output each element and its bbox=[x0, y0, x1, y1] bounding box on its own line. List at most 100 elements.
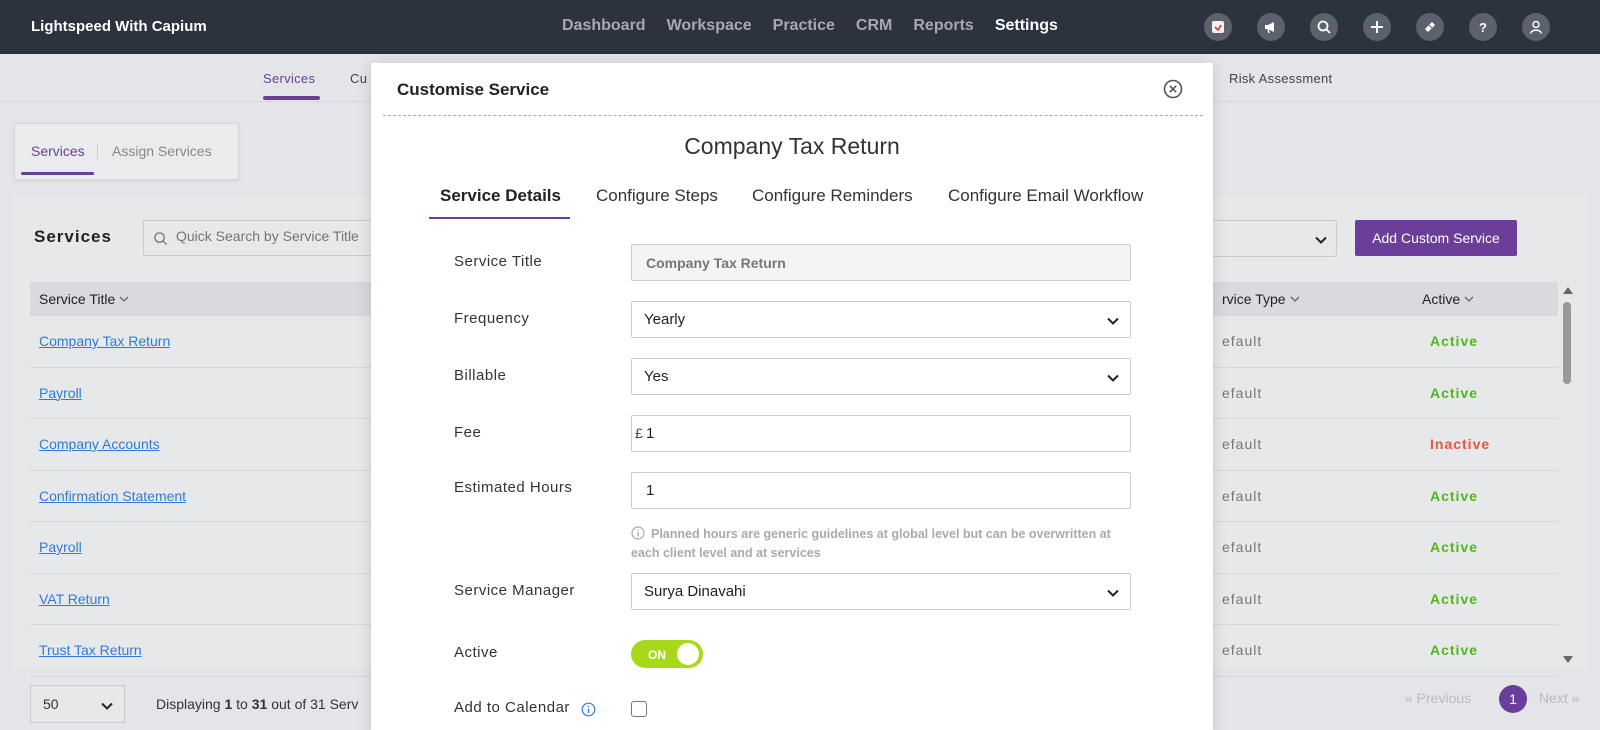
nav-reports[interactable]: Reports bbox=[913, 17, 973, 35]
top-icons: ? bbox=[1204, 13, 1550, 41]
col-service-title-label: Service Title bbox=[39, 291, 116, 307]
tab-configure-steps[interactable]: Configure Steps bbox=[596, 186, 718, 206]
next-page-link[interactable]: Next » bbox=[1539, 690, 1579, 706]
scroll-down-arrow[interactable] bbox=[1563, 656, 1573, 663]
service-heading: Company Tax Return bbox=[684, 133, 900, 159]
frequency-value: Yearly bbox=[644, 311, 686, 328]
service-title-label: Service Title bbox=[454, 253, 543, 270]
service-type: efault bbox=[1222, 436, 1263, 452]
service-title-link[interactable]: Company Accounts bbox=[39, 436, 160, 452]
fee-value: 1 bbox=[646, 425, 655, 442]
scroll-up-arrow[interactable] bbox=[1563, 287, 1573, 294]
active-label: Active bbox=[454, 644, 498, 661]
services-heading: Services bbox=[34, 227, 112, 246]
add-custom-service-button[interactable]: Add Custom Service bbox=[1355, 220, 1517, 256]
chevron-down-icon bbox=[1107, 317, 1119, 325]
toggle-knob bbox=[677, 643, 699, 665]
badge-icon[interactable] bbox=[1204, 13, 1232, 41]
tab-assign-services[interactable]: Assign Services bbox=[112, 143, 212, 159]
fee-input[interactable]: £ 1 bbox=[631, 415, 1131, 452]
service-title-link[interactable]: Confirmation Statement bbox=[39, 488, 186, 504]
service-title-link[interactable]: Payroll bbox=[39, 539, 82, 555]
status-label: Active bbox=[1430, 333, 1479, 349]
displaying-to: 31 bbox=[251, 696, 268, 712]
previous-page-link[interactable]: « Previous bbox=[1405, 690, 1471, 706]
tab-configure-reminders[interactable]: Configure Reminders bbox=[752, 186, 913, 206]
frequency-select[interactable]: Yearly bbox=[631, 301, 1131, 338]
service-title-link[interactable]: Trust Tax Return bbox=[39, 642, 142, 658]
announcement-icon[interactable] bbox=[1257, 13, 1285, 41]
search-icon[interactable] bbox=[1310, 13, 1338, 41]
col-service-type[interactable]: rvice Type bbox=[1222, 291, 1300, 307]
estimated-hours-input[interactable]: 1 bbox=[631, 472, 1131, 509]
nav-practice[interactable]: Practice bbox=[773, 17, 835, 35]
service-title-link[interactable]: VAT Return bbox=[39, 591, 110, 607]
service-type: efault bbox=[1222, 539, 1263, 555]
tab-services[interactable]: Services bbox=[31, 143, 85, 159]
displaying-to-word: to bbox=[232, 696, 252, 712]
service-type: efault bbox=[1222, 384, 1263, 401]
col-active-label: Active bbox=[1422, 291, 1461, 307]
tab-divider bbox=[97, 144, 98, 159]
tab-underline bbox=[21, 172, 94, 175]
nav-settings[interactable]: Settings bbox=[995, 17, 1058, 35]
subtab-risk-assessment[interactable]: Risk Assessment bbox=[1229, 71, 1332, 86]
hours-hint: Planned hours are generic guidelines at … bbox=[631, 525, 1131, 563]
chevron-down-icon bbox=[119, 296, 129, 302]
brand-logo[interactable]: Lightspeed With Capium bbox=[31, 18, 207, 35]
info-icon bbox=[631, 526, 645, 540]
search-icon bbox=[154, 232, 168, 246]
displaying-prefix: Displaying bbox=[156, 696, 225, 712]
search-input[interactable] bbox=[176, 228, 376, 244]
billable-select[interactable]: Yes bbox=[631, 358, 1131, 395]
help-icon[interactable]: ? bbox=[1469, 13, 1497, 41]
scrollbar-thumb[interactable] bbox=[1563, 302, 1571, 384]
service-title-link[interactable]: Payroll bbox=[39, 385, 82, 401]
status-label: Active bbox=[1430, 384, 1479, 401]
close-icon[interactable] bbox=[1163, 79, 1183, 99]
add-to-calendar-checkbox[interactable] bbox=[631, 701, 647, 717]
subtab-underline bbox=[263, 96, 320, 100]
user-icon[interactable] bbox=[1522, 13, 1550, 41]
modal-divider bbox=[383, 115, 1203, 116]
page-size-select[interactable]: 50 bbox=[30, 685, 125, 723]
modal-title: Customise Service bbox=[397, 80, 550, 99]
service-manager-value: Surya Dinavahi bbox=[644, 583, 746, 600]
service-title-link[interactable]: Company Tax Return bbox=[39, 333, 170, 349]
col-service-type-label: rvice Type bbox=[1222, 291, 1286, 307]
info-icon[interactable] bbox=[581, 702, 596, 717]
chevron-down-icon bbox=[1107, 374, 1119, 382]
status-label: Active bbox=[1430, 590, 1479, 607]
tab-configure-email-workflow[interactable]: Configure Email Workflow bbox=[948, 186, 1143, 206]
page-number[interactable]: 1 bbox=[1499, 685, 1527, 713]
col-active[interactable]: Active bbox=[1422, 291, 1474, 307]
filter-select[interactable] bbox=[1209, 220, 1337, 257]
chevron-down-icon bbox=[1107, 589, 1119, 597]
tab-underline bbox=[429, 217, 570, 219]
nav-dashboard[interactable]: Dashboard bbox=[562, 17, 646, 35]
add-to-calendar-label: Add to Calendar bbox=[454, 699, 570, 716]
subtab-partial[interactable]: Cu bbox=[350, 71, 367, 86]
billable-label: Billable bbox=[454, 367, 507, 384]
status-label: Inactive bbox=[1430, 436, 1491, 452]
service-manager-label: Service Manager bbox=[454, 582, 575, 599]
search-box[interactable] bbox=[143, 220, 383, 256]
subtab-services[interactable]: Services bbox=[263, 71, 315, 86]
page-size-value: 50 bbox=[43, 696, 59, 712]
nav-crm[interactable]: CRM bbox=[856, 17, 892, 35]
top-navbar: Lightspeed With Capium Dashboard Workspa… bbox=[0, 0, 1600, 54]
active-toggle[interactable]: ON bbox=[631, 640, 703, 668]
main-nav: Dashboard Workspace Practice CRM Reports… bbox=[562, 17, 1058, 35]
toggle-on-label: ON bbox=[648, 648, 666, 662]
ticket-icon[interactable] bbox=[1416, 13, 1444, 41]
tab-service-details[interactable]: Service Details bbox=[440, 186, 561, 206]
nav-workspace[interactable]: Workspace bbox=[667, 17, 752, 35]
hours-hint-text: Planned hours are generic guidelines at … bbox=[631, 527, 1111, 560]
currency-symbol: £ bbox=[635, 425, 643, 441]
col-service-title[interactable]: Service Title bbox=[39, 291, 129, 307]
service-manager-select[interactable]: Surya Dinavahi bbox=[631, 573, 1131, 610]
chevron-down-icon bbox=[1464, 296, 1474, 302]
estimated-hours-value: 1 bbox=[646, 482, 655, 499]
add-icon[interactable] bbox=[1363, 13, 1391, 41]
frequency-label: Frequency bbox=[454, 310, 530, 327]
